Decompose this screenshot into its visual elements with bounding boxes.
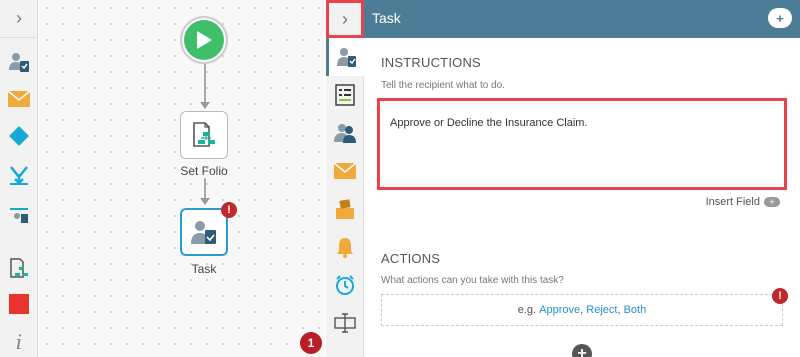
add-action-button[interactable]: + <box>572 344 592 357</box>
panel-body: INSTRUCTIONS Tell the recipient what to … <box>364 38 800 357</box>
tab-notification-bell[interactable] <box>326 228 364 266</box>
decision-icon[interactable] <box>7 124 31 148</box>
toolbox-toggle-button[interactable]: › <box>0 0 38 38</box>
play-icon <box>184 20 224 60</box>
panel-title: Task <box>372 10 401 26</box>
panel-tabs <box>326 38 364 357</box>
actions-input[interactable]: e.g. Approve, Reject, Both <box>381 294 783 326</box>
task-node[interactable] <box>180 208 228 256</box>
set-folio-icon[interactable] <box>7 256 31 280</box>
instructions-input[interactable]: Approve or Decline the Insurance Claim. <box>377 98 787 190</box>
actions-separator: , <box>617 304 621 316</box>
info-icon[interactable]: i <box>7 330 31 354</box>
actions-heading: ACTIONS <box>381 251 441 266</box>
tab-email[interactable] <box>326 152 364 190</box>
panel-header: Task + <box>364 0 800 38</box>
user-task-icon[interactable] <box>7 50 31 74</box>
tab-participants[interactable] <box>326 114 364 152</box>
email-icon[interactable] <box>7 87 31 111</box>
connector-line <box>204 178 206 200</box>
connector-arrow <box>200 198 210 205</box>
tab-form[interactable] <box>326 76 364 114</box>
set-folio-label: Set Folio <box>180 164 228 178</box>
error-count-badge[interactable]: 1 <box>300 332 322 354</box>
panel-collapse-button[interactable]: › <box>326 0 364 38</box>
action-approve-link[interactable]: Approve <box>539 304 580 316</box>
action-both-link[interactable]: Both <box>624 304 647 316</box>
workflow-canvas[interactable]: Set Folio ! Task <box>39 0 325 357</box>
connector-line <box>204 64 206 102</box>
start-node[interactable] <box>180 16 228 64</box>
task-error-badge[interactable]: ! <box>221 202 237 218</box>
insert-field-icon: + <box>764 197 780 207</box>
workflow-tools-icon[interactable] <box>7 203 31 227</box>
connector-arrow <box>200 102 210 109</box>
tab-timer[interactable] <box>326 266 364 304</box>
tab-escalation[interactable] <box>326 190 364 228</box>
end-icon[interactable] <box>7 292 31 316</box>
instructions-heading: INSTRUCTIONS <box>381 55 481 70</box>
toolbox: › i <box>0 0 38 357</box>
merge-icon[interactable] <box>7 163 31 187</box>
set-folio-node[interactable] <box>180 111 228 159</box>
actions-error-badge[interactable]: ! <box>772 288 788 304</box>
action-reject-link[interactable]: Reject <box>586 304 617 316</box>
insert-field-button[interactable]: Insert Field + <box>706 196 780 208</box>
tab-task-recipient[interactable] <box>326 38 364 76</box>
actions-prefix: e.g. <box>517 304 537 316</box>
panel-header-add-button[interactable]: + <box>768 8 792 28</box>
task-label: Task <box>191 262 217 276</box>
actions-hint: What actions can you take with this task… <box>381 275 564 286</box>
actions-separator: , <box>580 304 584 316</box>
instructions-hint: Tell the recipient what to do. <box>381 80 505 91</box>
tab-text-field[interactable] <box>326 304 364 342</box>
insert-field-label: Insert Field <box>705 196 760 208</box>
